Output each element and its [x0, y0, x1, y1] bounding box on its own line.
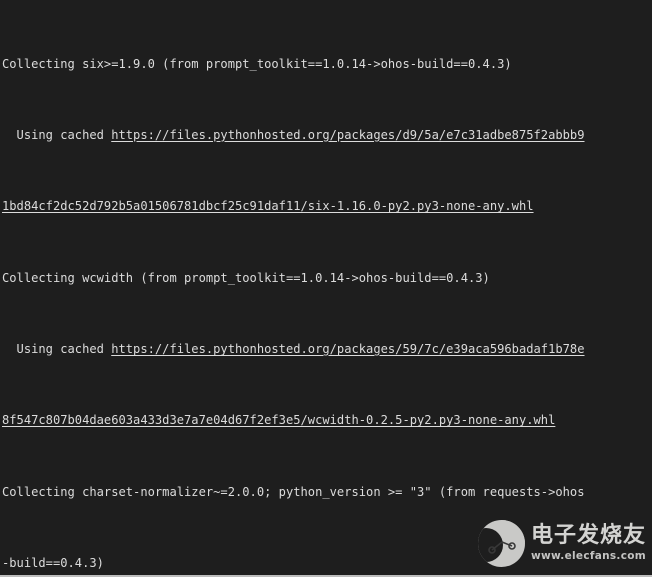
package-url-link[interactable]: 1bd84cf2dc52d792b5a01506781dbcf25c91daf1… [2, 199, 534, 213]
package-url-link[interactable]: https://files.pythonhosted.org/packages/… [111, 342, 584, 356]
package-url-link[interactable]: 8f547c807b04dae603a433d3e7a7e04d67f2ef3e… [2, 413, 555, 427]
terminal-line: -build==0.4.3) [2, 555, 652, 573]
terminal-line: 1bd84cf2dc52d792b5a01506781dbcf25c91daf1… [2, 198, 652, 216]
terminal-line: Collecting wcwidth (from prompt_toolkit=… [2, 270, 652, 288]
log-text: Using cached [2, 342, 112, 357]
terminal-line: Using cached https://files.pythonhosted.… [2, 341, 652, 359]
log-text: -build==0.4.3) [2, 556, 104, 571]
log-text: Collecting charset-normalizer~=2.0.0; py… [2, 484, 585, 499]
log-text: Collecting six>=1.9.0 (from prompt_toolk… [2, 56, 512, 71]
terminal-window[interactable]: Collecting six>=1.9.0 (from prompt_toolk… [0, 0, 652, 577]
log-text: Using cached [2, 127, 112, 142]
terminal-line: Collecting six>=1.9.0 (from prompt_toolk… [2, 56, 652, 74]
package-url-link[interactable]: https://files.pythonhosted.org/packages/… [111, 128, 584, 142]
terminal-output[interactable]: Collecting six>=1.9.0 (from prompt_toolk… [0, 0, 652, 575]
terminal-line: Collecting charset-normalizer~=2.0.0; py… [2, 484, 652, 502]
terminal-line: 8f547c807b04dae603a433d3e7a7e04d67f2ef3e… [2, 412, 652, 430]
terminal-line: Using cached https://files.pythonhosted.… [2, 127, 652, 145]
log-text: Collecting wcwidth (from prompt_toolkit=… [2, 270, 490, 285]
